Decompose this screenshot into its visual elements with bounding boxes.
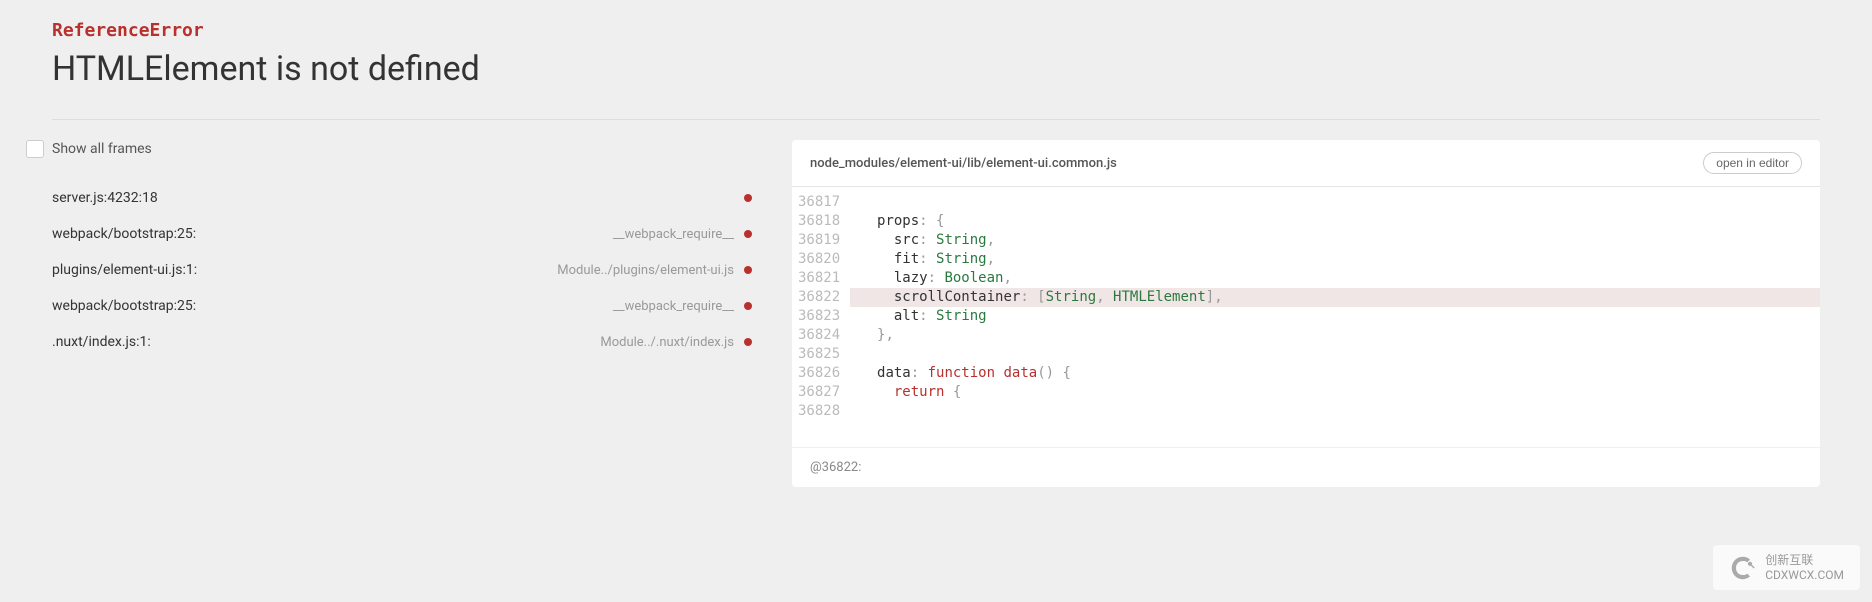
line-number: 36818 <box>798 212 840 231</box>
code-line <box>850 345 1820 364</box>
stack-frame[interactable]: webpack/bootstrap:25: __webpack_require__ <box>52 296 752 316</box>
watermark-text: 创新互联 CDXWCX.COM <box>1765 553 1844 582</box>
open-in-editor-button[interactable]: open in editor <box>1703 152 1802 174</box>
line-number: 36827 <box>798 383 840 402</box>
frame-indicator-dot-icon <box>744 302 752 310</box>
line-number: 36821 <box>798 269 840 288</box>
frame-function-name: __webpack_require__ <box>613 299 734 314</box>
stack-frame[interactable]: plugins/element-ui.js:1: Module../plugins… <box>52 260 752 280</box>
watermark-logo-icon <box>1729 554 1757 582</box>
stack-frame[interactable]: server.js:4232:18 <box>52 188 752 208</box>
code-line: alt: String <box>850 307 1820 326</box>
content-area: Show all frames server.js:4232:18 webpack… <box>52 140 1820 487</box>
line-numbers-gutter: 3681736818368193682036821368223682336824… <box>792 187 850 427</box>
frame-location: webpack/bootstrap:25: <box>52 226 196 242</box>
frame-indicator-dot-icon <box>744 338 752 346</box>
divider <box>52 119 1820 120</box>
code-line: fit: String, <box>850 250 1820 269</box>
code-line <box>850 402 1820 421</box>
source-panel: node_modules/element-ui/lib/element-ui.c… <box>792 140 1820 487</box>
frame-location: .nuxt/index.js:1: <box>52 334 151 350</box>
frame-function-name: __webpack_require__ <box>613 227 734 242</box>
code-line: }, <box>850 326 1820 345</box>
show-all-frames-label: Show all frames <box>52 141 152 157</box>
frame-location: webpack/bootstrap:25: <box>52 298 196 314</box>
frame-function: __webpack_require__ <box>613 227 752 242</box>
code-area: 3681736818368193682036821368223682336824… <box>792 187 1820 427</box>
frame-function-name: Module../.nuxt/index.js <box>600 335 734 350</box>
stack-frame[interactable]: webpack/bootstrap:25: __webpack_require__ <box>52 224 752 244</box>
line-number: 36823 <box>798 307 840 326</box>
line-number: 36819 <box>798 231 840 250</box>
code-line: scrollContainer: [String, HTMLElement], <box>850 288 1820 307</box>
frame-indicator-dot-icon <box>744 194 752 202</box>
code-line: data: function data() { <box>850 364 1820 383</box>
line-number: 36828 <box>798 402 840 421</box>
code-line: return { <box>850 383 1820 402</box>
frame-function: __webpack_require__ <box>613 299 752 314</box>
frame-function: Module../.nuxt/index.js <box>600 335 752 350</box>
code-line <box>850 193 1820 212</box>
line-number: 36822 <box>798 288 840 307</box>
source-header: node_modules/element-ui/lib/element-ui.c… <box>792 140 1820 187</box>
stack-frame[interactable]: .nuxt/index.js:1: Module../.nuxt/index.js <box>52 332 752 352</box>
line-number: 36820 <box>798 250 840 269</box>
frame-function <box>744 194 752 202</box>
stack-frames-panel: Show all frames server.js:4232:18 webpack… <box>52 140 752 487</box>
line-number: 36824 <box>798 326 840 345</box>
line-number: 36826 <box>798 364 840 383</box>
watermark: 创新互联 CDXWCX.COM <box>1713 545 1860 590</box>
watermark-line1: 创新互联 <box>1765 553 1844 567</box>
code-line: lazy: Boolean, <box>850 269 1820 288</box>
code-line: props: { <box>850 212 1820 231</box>
error-message: HTMLElement is not defined <box>52 49 1820 89</box>
source-footer: @36822: <box>792 447 1820 487</box>
show-all-frames-checkbox[interactable] <box>26 140 44 158</box>
show-all-frames-row: Show all frames <box>26 140 752 158</box>
frame-location: plugins/element-ui.js:1: <box>52 262 197 278</box>
error-type: ReferenceError <box>52 20 1820 41</box>
frame-indicator-dot-icon <box>744 266 752 274</box>
frame-list: server.js:4232:18 webpack/bootstrap:25: __… <box>52 188 752 352</box>
line-number: 36817 <box>798 193 840 212</box>
source-file-path: node_modules/element-ui/lib/element-ui.c… <box>810 156 1117 171</box>
code-lines: props: { src: String, fit: String, lazy:… <box>850 187 1820 427</box>
code-line: src: String, <box>850 231 1820 250</box>
frame-function: Module../plugins/element-ui.js <box>557 263 752 278</box>
frame-indicator-dot-icon <box>744 230 752 238</box>
watermark-line2: CDXWCX.COM <box>1765 568 1844 582</box>
frame-function-name: Module../plugins/element-ui.js <box>557 263 734 278</box>
frame-location: server.js:4232:18 <box>52 190 158 206</box>
line-number: 36825 <box>798 345 840 364</box>
